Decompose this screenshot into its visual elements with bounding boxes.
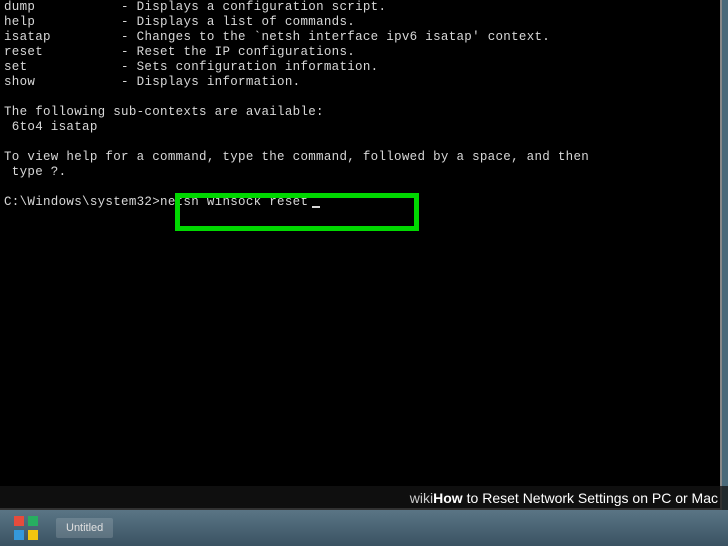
help-hint-line1: To view help for a command, type the com… — [4, 150, 589, 164]
caption-how: How — [433, 490, 463, 506]
help-row: isatap - Changes to the `netsh interface… — [4, 30, 550, 44]
subcontext-list: 6to4 isatap — [4, 120, 98, 134]
taskbar-item-label: Untitled — [66, 522, 103, 534]
start-button[interactable] — [4, 513, 48, 543]
windows-taskbar[interactable]: Untitled — [0, 510, 728, 546]
taskbar-app-item[interactable]: Untitled — [56, 518, 113, 538]
cursor-icon — [312, 206, 320, 208]
caption-wiki: wiki — [410, 490, 433, 506]
help-row: set - Sets configuration information. — [4, 60, 378, 74]
subcontext-header: The following sub-contexts are available… — [4, 105, 324, 119]
prompt-path: C:\Windows\system32> — [4, 195, 160, 209]
help-row: reset - Reset the IP configurations. — [4, 45, 355, 59]
prompt-line[interactable]: C:\Windows\system32>netsh winsock reset — [4, 195, 320, 209]
terminal-output: dump - Displays a configuration script. … — [4, 0, 716, 210]
help-row: show - Displays information. — [4, 75, 300, 89]
caption-article: to Reset Network Settings on PC or Mac — [467, 490, 718, 506]
wikihow-caption: wikiHow to Reset Network Settings on PC … — [0, 486, 728, 510]
help-row: dump - Displays a configuration script. — [4, 0, 386, 14]
windows-logo-icon — [14, 516, 38, 540]
help-row: help - Displays a list of commands. — [4, 15, 355, 29]
help-hint-line2: type ?. — [4, 165, 66, 179]
typed-command: netsh winsock reset — [160, 195, 308, 209]
command-prompt-window[interactable]: dump - Displays a configuration script. … — [0, 0, 722, 510]
